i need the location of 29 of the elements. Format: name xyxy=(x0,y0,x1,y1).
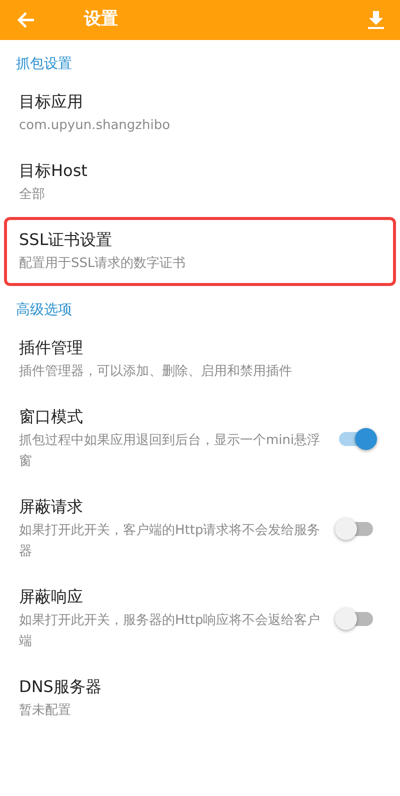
item-title: 屏蔽请求 xyxy=(19,496,84,517)
item-summary: 如果打开此开关，服务器的Http响应将不会返给客户端 xyxy=(19,612,322,651)
settings-item[interactable]: SSL证书设置 配置用于SSL请求的数字证书 xyxy=(4,217,396,286)
settings-item[interactable]: 窗口模式 抓包过程中如果应用退回到后台，显示一个mini悬浮窗 xyxy=(4,394,396,484)
item-summary: 如果打开此开关，客户端的Http请求将不会发给服务器 xyxy=(19,522,322,561)
item-summary: 抓包过程中如果应用退回到后台，显示一个mini悬浮窗 xyxy=(19,432,322,471)
item-summary: 配置用于SSL请求的数字证书 xyxy=(19,255,187,273)
settings-item[interactable]: 目标Host 全部 xyxy=(4,148,396,217)
item-summary: 插件管理器，可以添加、删除、启用和禁用插件 xyxy=(19,363,293,381)
item-title: SSL证书设置 xyxy=(19,229,114,250)
item-title: 屏蔽响应 xyxy=(19,586,84,607)
settings-item[interactable]: 屏蔽响应 如果打开此开关，服务器的Http响应将不会返给客户端 xyxy=(4,574,396,664)
settings-item[interactable]: 目标应用 com.upyun.shangzhibo xyxy=(4,79,396,148)
item-title: 插件管理 xyxy=(19,337,84,358)
settings-item[interactable]: 屏蔽请求 如果打开此开关，客户端的Http请求将不会发给服务器 xyxy=(4,484,396,574)
section-header: 高级选项 xyxy=(15,301,73,320)
item-title: 窗口模式 xyxy=(19,406,84,427)
item-title: 目标应用 xyxy=(19,91,84,112)
back-icon[interactable] xyxy=(16,10,36,30)
app-bar-title: 设置 xyxy=(84,8,118,32)
item-summary: 暂未配置 xyxy=(19,702,72,720)
settings-item[interactable]: DNS服务器 暂未配置 xyxy=(4,664,396,733)
settings-item[interactable]: 插件管理 插件管理器，可以添加、删除、启用和禁用插件 xyxy=(4,325,396,394)
section-header: 抓包设置 xyxy=(15,55,73,74)
item-title: DNS服务器 xyxy=(19,676,102,697)
item-title: 目标Host xyxy=(19,160,88,181)
item-summary: 全部 xyxy=(19,186,46,204)
download-icon[interactable] xyxy=(368,11,384,29)
item-summary: com.upyun.shangzhibo xyxy=(19,117,172,135)
